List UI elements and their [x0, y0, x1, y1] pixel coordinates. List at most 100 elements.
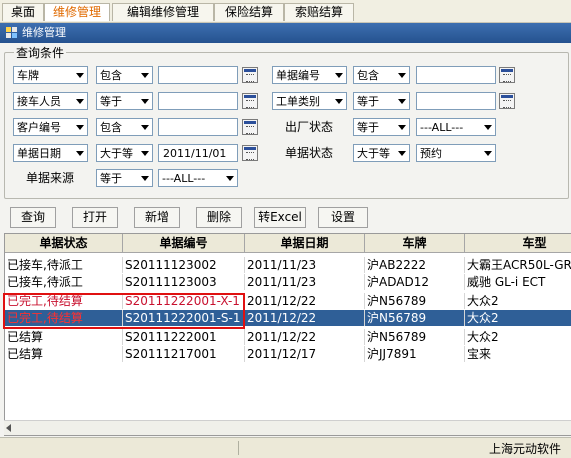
- chevron-down-icon: [398, 99, 406, 104]
- new-button[interactable]: 新增: [134, 207, 180, 228]
- column-header-plate[interactable]: 车牌: [365, 234, 465, 252]
- plate-field-label: 车牌: [17, 69, 39, 82]
- receiver-field-select[interactable]: 接车人员: [13, 92, 88, 110]
- column-header-doc-number[interactable]: 单据编号: [123, 234, 245, 252]
- cell-doc-number: S20111222001-S-1: [123, 310, 245, 326]
- customer-id-field-select[interactable]: 客户编号: [13, 118, 88, 136]
- cell-status: 已完工,待结算: [5, 310, 123, 326]
- doc-source-value: ---ALL---: [162, 172, 206, 185]
- chevron-down-icon: [398, 125, 406, 130]
- query-button[interactable]: 查询: [10, 207, 56, 228]
- records-table: 单据状态 单据编号 单据日期 车牌 车型 已接车,待派工 S2011112300…: [4, 233, 571, 436]
- chevron-down-icon: [335, 99, 343, 104]
- order-type-input[interactable]: [416, 92, 496, 110]
- doc-status-label: 单据状态: [285, 146, 334, 160]
- delete-button[interactable]: 删除: [196, 207, 242, 228]
- cell-doc-date: 2011/12/22: [245, 310, 365, 326]
- table-header: 单据状态 单据编号 单据日期 车牌 车型: [5, 234, 571, 253]
- horizontal-scrollbar[interactable]: [4, 420, 571, 435]
- calendar-icon[interactable]: [499, 93, 515, 109]
- exit-status-operator-label: 等于: [357, 121, 379, 134]
- order-type-operator-select[interactable]: 等于: [353, 92, 410, 110]
- calendar-icon[interactable]: [242, 145, 258, 161]
- cell-model: 大霸王ACR50L-GRF: [465, 257, 571, 273]
- exit-status-select[interactable]: ---ALL---: [416, 118, 496, 136]
- tab-repair-management[interactable]: 维修管理: [44, 3, 110, 21]
- doc-source-select[interactable]: ---ALL---: [158, 169, 238, 187]
- doc-date-field-label: 单据日期: [17, 147, 61, 160]
- settings-button[interactable]: 设置: [318, 207, 368, 228]
- doc-status-operator-select[interactable]: 大于等: [353, 144, 410, 162]
- doc-date-operator-select[interactable]: 大于等: [96, 144, 153, 162]
- window-title-bar: 维修管理: [0, 23, 571, 43]
- receiver-operator-select[interactable]: 等于: [96, 92, 153, 110]
- table-row-selected[interactable]: 已完工,待结算 S20111222001-S-1 2011/12/22 沪N56…: [5, 310, 571, 326]
- chevron-down-icon: [76, 151, 84, 156]
- plate-operator-select[interactable]: 包含: [96, 66, 153, 84]
- cell-doc-date: 2011/12/22: [245, 329, 365, 345]
- table-row[interactable]: 已结算 S20111222001 2011/12/22 沪N56789 大众2: [5, 329, 571, 345]
- scroll-left-icon[interactable]: [6, 424, 11, 432]
- column-header-status[interactable]: 单据状态: [5, 234, 123, 252]
- order-type-field-select[interactable]: 工单类别: [272, 92, 347, 110]
- table-row[interactable]: 已结算 S20111217001 2011/12/17 沪JJ7891 宝来: [5, 346, 571, 362]
- cell-doc-number: S20111222001-X-1: [123, 293, 245, 309]
- customer-id-operator-label: 包含: [100, 121, 122, 134]
- calendar-icon[interactable]: [242, 119, 258, 135]
- tab-desktop[interactable]: 桌面: [2, 3, 44, 21]
- calendar-icon[interactable]: [499, 67, 515, 83]
- doc-number-operator-select[interactable]: 包含: [353, 66, 410, 84]
- doc-number-input[interactable]: [416, 66, 496, 84]
- plate-field-select[interactable]: 车牌: [13, 66, 88, 84]
- cell-doc-date: 2011/12/17: [245, 346, 365, 362]
- doc-number-field-select[interactable]: 单据编号: [272, 66, 347, 84]
- calendar-icon[interactable]: [242, 93, 258, 109]
- doc-date-input[interactable]: 2011/11/01: [158, 144, 238, 162]
- cell-plate: 沪N56789: [365, 329, 465, 345]
- chevron-down-icon: [398, 73, 406, 78]
- status-separator: [238, 441, 239, 455]
- calendar-icon[interactable]: [242, 67, 258, 83]
- table-row[interactable]: 已接车,待派工 S20111123002 2011/11/23 沪AB2222 …: [5, 257, 571, 273]
- chevron-down-icon: [484, 125, 492, 130]
- column-header-doc-date[interactable]: 单据日期: [245, 234, 365, 252]
- cell-status: 已完工,待结算: [5, 293, 123, 309]
- chevron-down-icon: [76, 125, 84, 130]
- cell-model: 大众2: [465, 293, 571, 309]
- customer-id-operator-select[interactable]: 包含: [96, 118, 153, 136]
- tab-insurance-settlement[interactable]: 保险结算: [214, 3, 284, 21]
- chevron-down-icon: [484, 151, 492, 156]
- export-excel-button[interactable]: 转Excel: [254, 207, 306, 228]
- cell-doc-date: 2011/11/23: [245, 257, 365, 273]
- cell-status: 已结算: [5, 346, 123, 362]
- exit-status-operator-select[interactable]: 等于: [353, 118, 410, 136]
- cell-status: 已结算: [5, 329, 123, 345]
- cell-doc-number: S20111123003: [123, 274, 245, 290]
- cell-model: 大众2: [465, 310, 571, 326]
- tab-claim-settlement[interactable]: 索赔结算: [284, 3, 354, 21]
- cell-doc-number: S20111222001: [123, 329, 245, 345]
- status-bar: 上海元动软件: [0, 437, 571, 458]
- cell-model: 大众2: [465, 329, 571, 345]
- doc-status-select[interactable]: 预约: [416, 144, 496, 162]
- tab-edit-repair-management[interactable]: 编辑维修管理: [112, 3, 214, 21]
- window-icon: [6, 27, 17, 38]
- doc-source-operator-label: 等于: [100, 172, 122, 185]
- exit-status-value: ---ALL---: [420, 121, 464, 134]
- doc-source-operator-select[interactable]: 等于: [96, 169, 153, 187]
- open-button[interactable]: 打开: [72, 207, 118, 228]
- column-header-model[interactable]: 车型: [465, 234, 571, 252]
- customer-id-input[interactable]: [158, 118, 238, 136]
- cell-model: 宝来: [465, 346, 571, 362]
- doc-number-operator-label: 包含: [357, 69, 379, 82]
- chevron-down-icon: [76, 73, 84, 78]
- doc-date-field-select[interactable]: 单据日期: [13, 144, 88, 162]
- plate-input[interactable]: [158, 66, 238, 84]
- chevron-down-icon: [141, 73, 149, 78]
- cell-doc-number: S20111217001: [123, 346, 245, 362]
- table-row[interactable]: 已完工,待结算 S20111222001-X-1 2011/12/22 沪N56…: [5, 293, 571, 309]
- plate-operator-label: 包含: [100, 69, 122, 82]
- table-row[interactable]: 已接车,待派工 S20111123003 2011/11/23 沪ADAD12 …: [5, 274, 571, 290]
- receiver-input[interactable]: [158, 92, 238, 110]
- cell-doc-date: 2011/12/22: [245, 293, 365, 309]
